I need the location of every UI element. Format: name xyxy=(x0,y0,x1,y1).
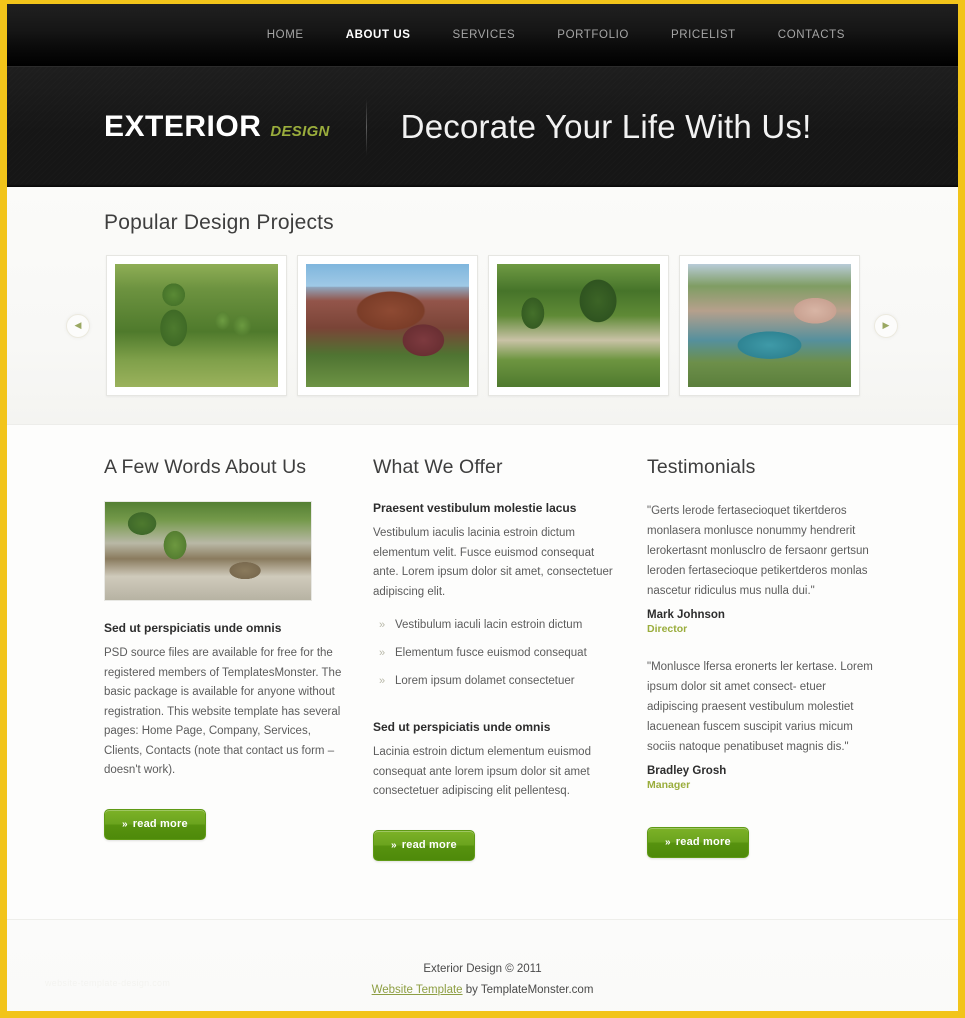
offer-read-more-label: read more xyxy=(401,838,457,851)
nav-item-home[interactable]: HOME xyxy=(246,4,325,66)
offer-subtitle-1: Praesent vestibulum molestie lacus xyxy=(373,501,577,515)
logo-secondary-text: DESIGN xyxy=(270,123,330,140)
about-subtitle: Sed ut perspiciatis unde omnis xyxy=(104,621,282,635)
testimonial-role: Director xyxy=(647,623,688,635)
list-item-label: Vestibulum iaculi lacin estroin dictum xyxy=(395,619,583,631)
header-banner: EXTERIOR DESIGN Decorate Your Life With … xyxy=(7,66,958,187)
nav-item-pricelist[interactable]: PRICELIST xyxy=(650,4,757,66)
bullet-chevron-icon: » xyxy=(379,619,386,631)
project-image-garden xyxy=(496,264,660,387)
list-item[interactable]: » Vestibulum iaculi lacin estroin dictum xyxy=(373,616,616,644)
testimonials-read-more-button[interactable]: » read more xyxy=(647,827,749,858)
page-root: HOME ABOUT US SERVICES PORTFOLIO PRICELI… xyxy=(0,0,965,1018)
popular-projects-section: Popular Design Projects ◀ ▶ xyxy=(7,187,958,425)
about-body-text: PSD source files are available for free … xyxy=(104,647,342,776)
list-item-label: Elementum fusce euismod consequat xyxy=(395,647,587,659)
banner-tagline: Decorate Your Life With Us! xyxy=(400,108,812,145)
column-what-we-offer: What We Offer Praesent vestibulum molest… xyxy=(373,456,640,861)
bullet-chevron-icon: » xyxy=(379,647,386,659)
popular-projects-title: Popular Design Projects xyxy=(104,211,334,234)
column-testimonials: Testimonials "Gerts lerode fertasecioque… xyxy=(647,456,902,861)
main-nav: HOME ABOUT US SERVICES PORTFOLIO PRICELI… xyxy=(246,4,866,66)
footer-spacer xyxy=(7,860,958,919)
bullet-chevron-icon: » xyxy=(379,675,386,687)
content-columns: A Few Words About Us Sed ut perspiciatis… xyxy=(7,425,958,861)
about-read-more-button[interactable]: » read more xyxy=(104,808,206,840)
website-template-link[interactable]: Website Template xyxy=(372,984,463,996)
offer-body-1: Vestibulum iaculis lacinia estroin dictu… xyxy=(373,527,613,598)
nav-item-contacts[interactable]: CONTACTS xyxy=(757,4,866,66)
list-item[interactable]: » Elementum fusce euismod consequat xyxy=(373,644,616,672)
footer-copyright: Exterior Design © 2011 xyxy=(423,962,542,975)
project-image-house xyxy=(305,264,469,387)
chevron-right-icon: » xyxy=(122,818,128,830)
project-thumbnail[interactable] xyxy=(487,255,669,396)
nav-item-portfolio[interactable]: PORTFOLIO xyxy=(536,4,650,66)
projects-carousel: ◀ ▶ xyxy=(7,255,958,396)
testimonial-quote: "Monlusce lfersa eronerts ler kertase. L… xyxy=(647,661,873,753)
about-title: A Few Words About Us xyxy=(104,456,307,478)
project-thumbnail[interactable] xyxy=(105,255,287,396)
about-read-more-label: read more xyxy=(132,817,188,830)
about-image xyxy=(104,501,312,601)
logo-primary-text: EXTERIOR xyxy=(104,110,262,143)
footer-credit-suffix: by TemplateMonster.com xyxy=(462,983,594,996)
offer-body-2: Lacinia estroin dictum elementum euismod… xyxy=(373,746,591,797)
project-image-pool xyxy=(687,264,851,387)
nav-item-about-us[interactable]: ABOUT US xyxy=(325,4,432,66)
offer-read-more-button[interactable]: » read more xyxy=(373,829,475,861)
footer-watermark: website-template-design.com xyxy=(45,977,171,988)
logo-divider xyxy=(365,99,367,155)
list-item-label: Lorem ipsum dolamet consectetuer xyxy=(395,675,575,687)
offer-bullet-list: » Vestibulum iaculi lacin estroin dictum … xyxy=(373,616,616,700)
top-navigation-bar: HOME ABOUT US SERVICES PORTFOLIO PRICELI… xyxy=(7,4,958,66)
project-image-topiary xyxy=(114,264,278,387)
carousel-next-arrow-icon[interactable]: ▶ xyxy=(874,313,898,338)
page-footer: website-template-design.com Exterior Des… xyxy=(7,918,958,1011)
testimonials-title: Testimonials xyxy=(647,456,756,478)
list-item[interactable]: » Lorem ipsum dolamet consectetuer xyxy=(373,672,616,700)
testimonials-read-more-label: read more xyxy=(675,836,731,848)
site-logo[interactable]: EXTERIOR DESIGN xyxy=(104,110,330,144)
offer-title: What We Offer xyxy=(373,456,503,478)
chevron-right-icon: » xyxy=(391,839,397,851)
testimonial-author: Mark Johnson xyxy=(647,609,725,621)
offer-subtitle-2: Sed ut perspiciatis unde omnis xyxy=(373,720,551,734)
testimonial-author: Bradley Grosh xyxy=(647,765,727,777)
testimonial-quote: "Gerts lerode fertasecioquet tikertderos… xyxy=(647,505,869,597)
testimonial-role: Manager xyxy=(647,779,691,791)
nav-item-services[interactable]: SERVICES xyxy=(432,4,537,66)
column-about-us: A Few Words About Us Sed ut perspiciatis… xyxy=(104,456,371,861)
project-thumbnail[interactable] xyxy=(678,255,860,396)
chevron-right-icon: » xyxy=(665,837,671,848)
project-thumbnail[interactable] xyxy=(296,255,478,396)
carousel-prev-arrow-icon[interactable]: ◀ xyxy=(66,313,90,338)
